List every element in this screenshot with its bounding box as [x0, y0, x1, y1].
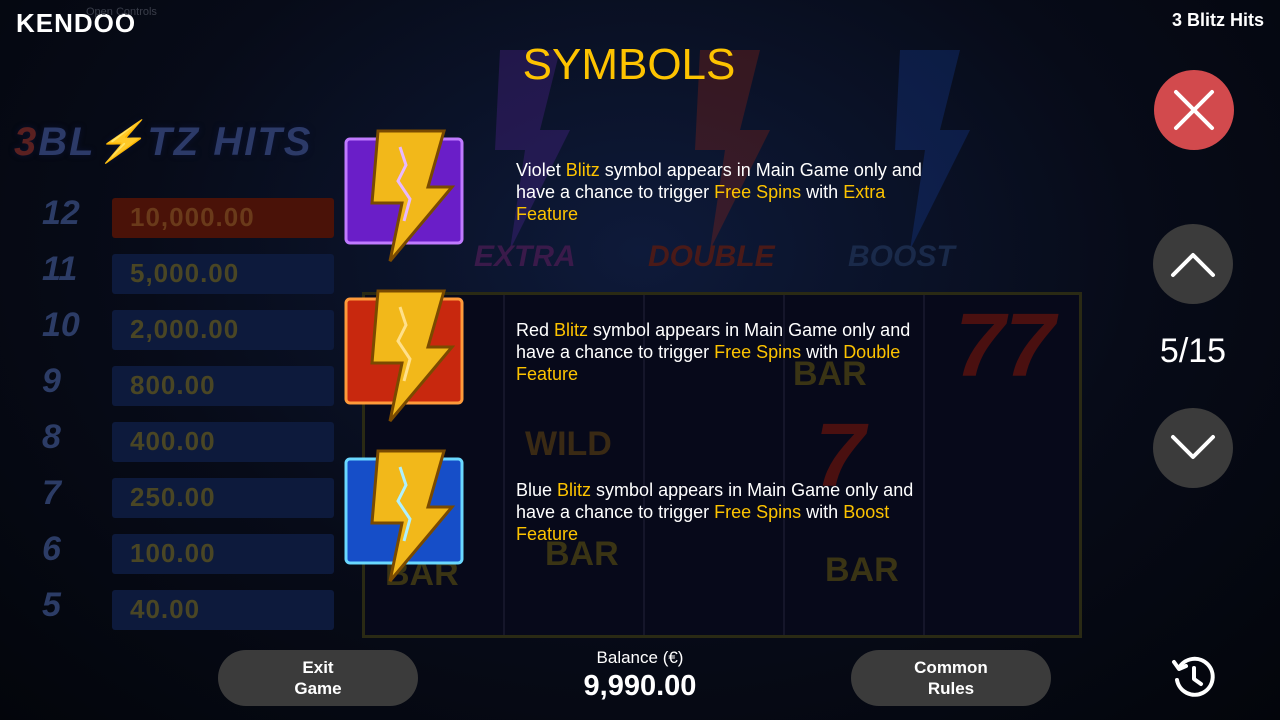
background-extra-label: EXTRA: [474, 240, 576, 273]
exit-game-button[interactable]: Exit Game: [218, 650, 418, 706]
close-button[interactable]: [1154, 70, 1234, 150]
red-blitz-symbol-icon: [344, 289, 464, 422]
background-double-label: DOUBLE: [648, 240, 775, 273]
blue-blitz-symbol-icon: [344, 449, 464, 582]
violet-blitz-symbol-icon: [344, 129, 464, 262]
previous-page-button[interactable]: [1153, 224, 1233, 304]
background-logo: 3BL⚡TZ HITS: [14, 120, 313, 164]
common-rules-button[interactable]: Common Rules: [851, 650, 1051, 706]
chevron-down-icon: [1171, 435, 1215, 459]
exit-game-label-line1: Exit: [302, 658, 334, 677]
background-boost-label: BOOST: [848, 240, 955, 273]
next-page-button[interactable]: [1153, 408, 1233, 488]
balance-value: 9,990.00: [583, 670, 697, 702]
balance-display: Balance (€) 9,990.00: [540, 648, 740, 703]
symbol-description-red: Red Blitz symbol appears in Main Game on…: [516, 320, 911, 384]
common-rules-label-line1: Common: [914, 658, 988, 677]
chevron-up-icon: [1171, 253, 1215, 277]
game-name: 3 Blitz Hits: [1171, 10, 1264, 30]
symbol-description-violet: Violet Blitz symbol appears in Main Game…: [516, 160, 922, 224]
history-icon: [1172, 656, 1215, 697]
close-icon: [1174, 90, 1214, 130]
symbol-description-blue: Blue Blitz symbol appears in Main Game o…: [516, 480, 914, 544]
exit-game-label-line2: Game: [294, 679, 342, 698]
page-indicator: 5/15: [1159, 332, 1227, 370]
open-controls-label[interactable]: Open Controls: [86, 6, 157, 18]
balance-label: Balance (€): [596, 648, 684, 667]
common-rules-label-line2: Rules: [927, 679, 975, 698]
background-paytable: 12 10,000.00 11 5,000.00 10 2,000.00 9 800.0…: [20, 190, 340, 638]
page-title: SYMBOLS: [522, 40, 736, 89]
history-button[interactable]: [1170, 654, 1216, 700]
